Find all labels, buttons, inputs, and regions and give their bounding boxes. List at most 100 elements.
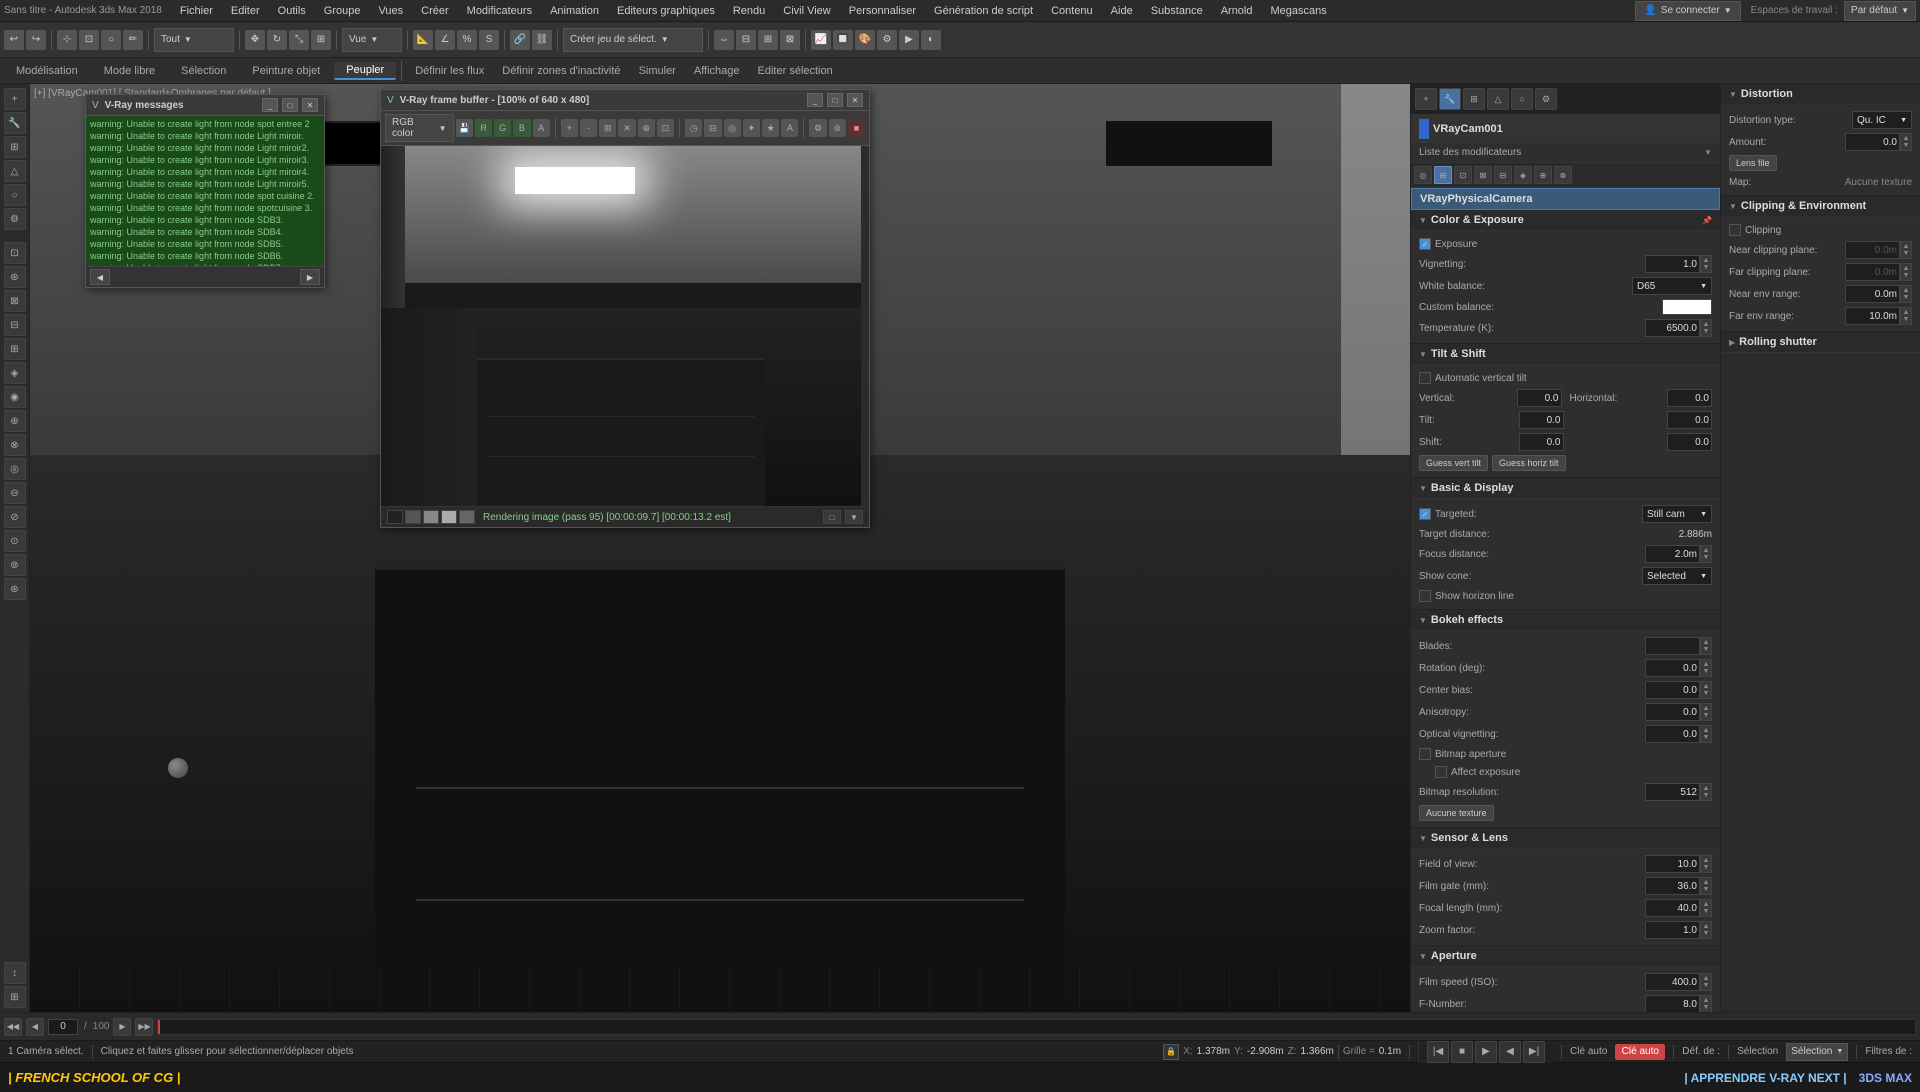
fb-settings-icon[interactable]: ⚙	[809, 119, 826, 137]
menu-groupe[interactable]: Groupe	[316, 3, 369, 19]
zoom-factor-spinner[interactable]: ▲▼	[1700, 921, 1712, 939]
named-selection-dropdown[interactable]: Tout ▼	[154, 28, 234, 52]
lt-bottom2[interactable]: ⊞	[4, 986, 26, 1008]
fb-g-icon[interactable]: G	[494, 119, 511, 137]
camera-type-item[interactable]: VRayPhysicalCamera	[1411, 188, 1720, 210]
menu-modificateurs[interactable]: Modificateurs	[459, 3, 540, 19]
bitmap-aperture-checkbox[interactable]	[1419, 748, 1431, 760]
show-cone-dropdown[interactable]: Selected ▼	[1642, 567, 1712, 585]
white-balance-dropdown[interactable]: D65 ▼	[1632, 277, 1712, 295]
lt-btn9[interactable]: ⊗	[4, 434, 26, 456]
menu-rendu[interactable]: Rendu	[725, 3, 773, 19]
affect-exposure-checkbox[interactable]	[1435, 766, 1447, 778]
tilt-input2[interactable]	[1667, 411, 1712, 429]
vray-fb-close[interactable]: ✕	[847, 93, 863, 107]
lt-btn8[interactable]: ⊕	[4, 410, 26, 432]
lt-btn13[interactable]: ⊙	[4, 530, 26, 552]
film-speed-input[interactable]	[1645, 973, 1700, 991]
tl-fwd-btn[interactable]: ▶	[113, 1018, 131, 1036]
section-aperture[interactable]: ▼ Aperture	[1411, 946, 1720, 967]
select-button[interactable]: ⊹	[57, 30, 77, 50]
rotation-spinner[interactable]: ▲▼	[1700, 659, 1712, 677]
optical-vignetting-input[interactable]	[1645, 725, 1700, 743]
place-button[interactable]: ⊞	[311, 30, 331, 50]
rp-hierarchy-btn[interactable]: ⊞	[1463, 88, 1485, 110]
simuler[interactable]: Simuler	[631, 63, 684, 79]
focus-distance-input[interactable]	[1645, 545, 1700, 563]
fb-a-icon[interactable]: A	[533, 119, 550, 137]
horizontal-input[interactable]	[1667, 389, 1712, 407]
fb-bloom-icon[interactable]: ✦	[743, 119, 760, 137]
vray-messages-content[interactable]: warning: Unable to create light from nod…	[86, 116, 324, 266]
menu-generation[interactable]: Génération de script	[926, 3, 1041, 19]
fb-history-icon[interactable]: ◷	[685, 119, 702, 137]
menu-megascans[interactable]: Megascans	[1262, 3, 1334, 19]
schematic-button[interactable]: 🔲	[833, 30, 853, 50]
rp-utils-btn[interactable]: ⚙	[1535, 88, 1557, 110]
section-distortion[interactable]: ▼ Distortion	[1721, 84, 1920, 105]
utilities-tab[interactable]: ⚙	[4, 208, 26, 230]
view-dropdown[interactable]: Vue ▼	[342, 28, 402, 52]
shift-input2[interactable]	[1667, 433, 1712, 451]
custom-balance-swatch[interactable]	[1662, 299, 1712, 315]
section-color-exposure[interactable]: ▼ Color & Exposure 📌	[1411, 210, 1720, 231]
fb-aa-icon[interactable]: A	[781, 119, 798, 137]
fb-status-btn2[interactable]: ▼	[845, 510, 863, 524]
film-gate-input[interactable]	[1645, 877, 1700, 895]
rp-add-btn[interactable]: +	[1415, 88, 1437, 110]
angle-snap-button[interactable]: ∠	[435, 30, 455, 50]
fb-cross-icon[interactable]: ✕	[618, 119, 635, 137]
amount-input[interactable]	[1845, 133, 1900, 151]
menu-vues[interactable]: Vues	[370, 3, 411, 19]
timeline-scrubber[interactable]	[157, 1019, 1916, 1035]
lt-btn11[interactable]: ⊖	[4, 482, 26, 504]
exposure-checkbox[interactable]: ✓	[1419, 238, 1431, 250]
rp-modify-btn[interactable]: 🔧	[1439, 88, 1461, 110]
fov-input[interactable]	[1645, 855, 1700, 873]
section-clipping[interactable]: ▼ Clipping & Environment	[1721, 196, 1920, 217]
scale-button[interactable]: ⤡	[289, 30, 309, 50]
vignetting-input[interactable]	[1645, 255, 1700, 273]
section-ce-pin-icon[interactable]: 📌	[1702, 216, 1712, 225]
lt-btn1[interactable]: ⊡	[4, 242, 26, 264]
mode-libre[interactable]: Mode libre	[92, 63, 167, 79]
focus-distance-spinner[interactable]: ▲▼	[1700, 545, 1712, 563]
section-bokeh[interactable]: ▼ Bokeh effects	[1411, 610, 1720, 631]
display-tab[interactable]: ○	[4, 184, 26, 206]
fb-save-icon[interactable]: 💾	[456, 119, 473, 137]
create-selection-dropdown[interactable]: Créer jeu de sélect. ▼	[563, 28, 703, 52]
fb-denoiser-icon[interactable]: ⊛	[829, 119, 846, 137]
cie-auto-button[interactable]: Clé auto	[1615, 1044, 1665, 1060]
zoom-factor-input[interactable]	[1645, 921, 1700, 939]
lt-btn10[interactable]: ◎	[4, 458, 26, 480]
anisotropy-input[interactable]	[1645, 703, 1700, 721]
fb-pixel-icon[interactable]: ⊕	[638, 119, 655, 137]
fb-glare-icon[interactable]: ★	[762, 119, 779, 137]
cam-icon1[interactable]: ◎	[1414, 166, 1432, 184]
targeted-checkbox[interactable]: ✓	[1419, 508, 1431, 520]
near-clipping-spinner[interactable]: ▲▼	[1900, 241, 1912, 259]
center-bias-spinner[interactable]: ▲▼	[1700, 681, 1712, 699]
amount-spinner[interactable]: ▲▼	[1900, 133, 1912, 151]
menu-arnold[interactable]: Arnold	[1213, 3, 1261, 19]
vray-fb-minimize[interactable]: _	[807, 93, 823, 107]
focal-length-input[interactable]	[1645, 899, 1700, 917]
bitmap-resolution-input[interactable]	[1645, 783, 1700, 801]
snap-button[interactable]: 📐	[413, 30, 433, 50]
vray-messages-restore[interactable]: □	[282, 98, 298, 112]
fb-zoom-in-icon[interactable]: +	[561, 119, 578, 137]
spinner-snap-button[interactable]: S	[479, 30, 499, 50]
fb-lens-icon[interactable]: ◎	[724, 119, 741, 137]
menu-civil[interactable]: Civil View	[775, 3, 838, 19]
create-tab[interactable]: +	[4, 88, 26, 110]
fb-stop-icon[interactable]: ■	[848, 119, 865, 137]
workspace-dropdown[interactable]: Par défaut ▼	[1844, 1, 1916, 21]
vray-messages-titlebar[interactable]: V V-Ray messages _ □ ✕	[86, 95, 324, 116]
fov-spinner[interactable]: ▲▼	[1700, 855, 1712, 873]
near-clipping-input[interactable]	[1845, 241, 1900, 259]
menu-substance[interactable]: Substance	[1143, 3, 1211, 19]
section-tilt-shift[interactable]: ▼ Tilt & Shift	[1411, 344, 1720, 365]
mode-selection[interactable]: Sélection	[169, 63, 238, 79]
lt-btn15[interactable]: ⊛	[4, 578, 26, 600]
clipping-checkbox[interactable]	[1729, 224, 1741, 236]
